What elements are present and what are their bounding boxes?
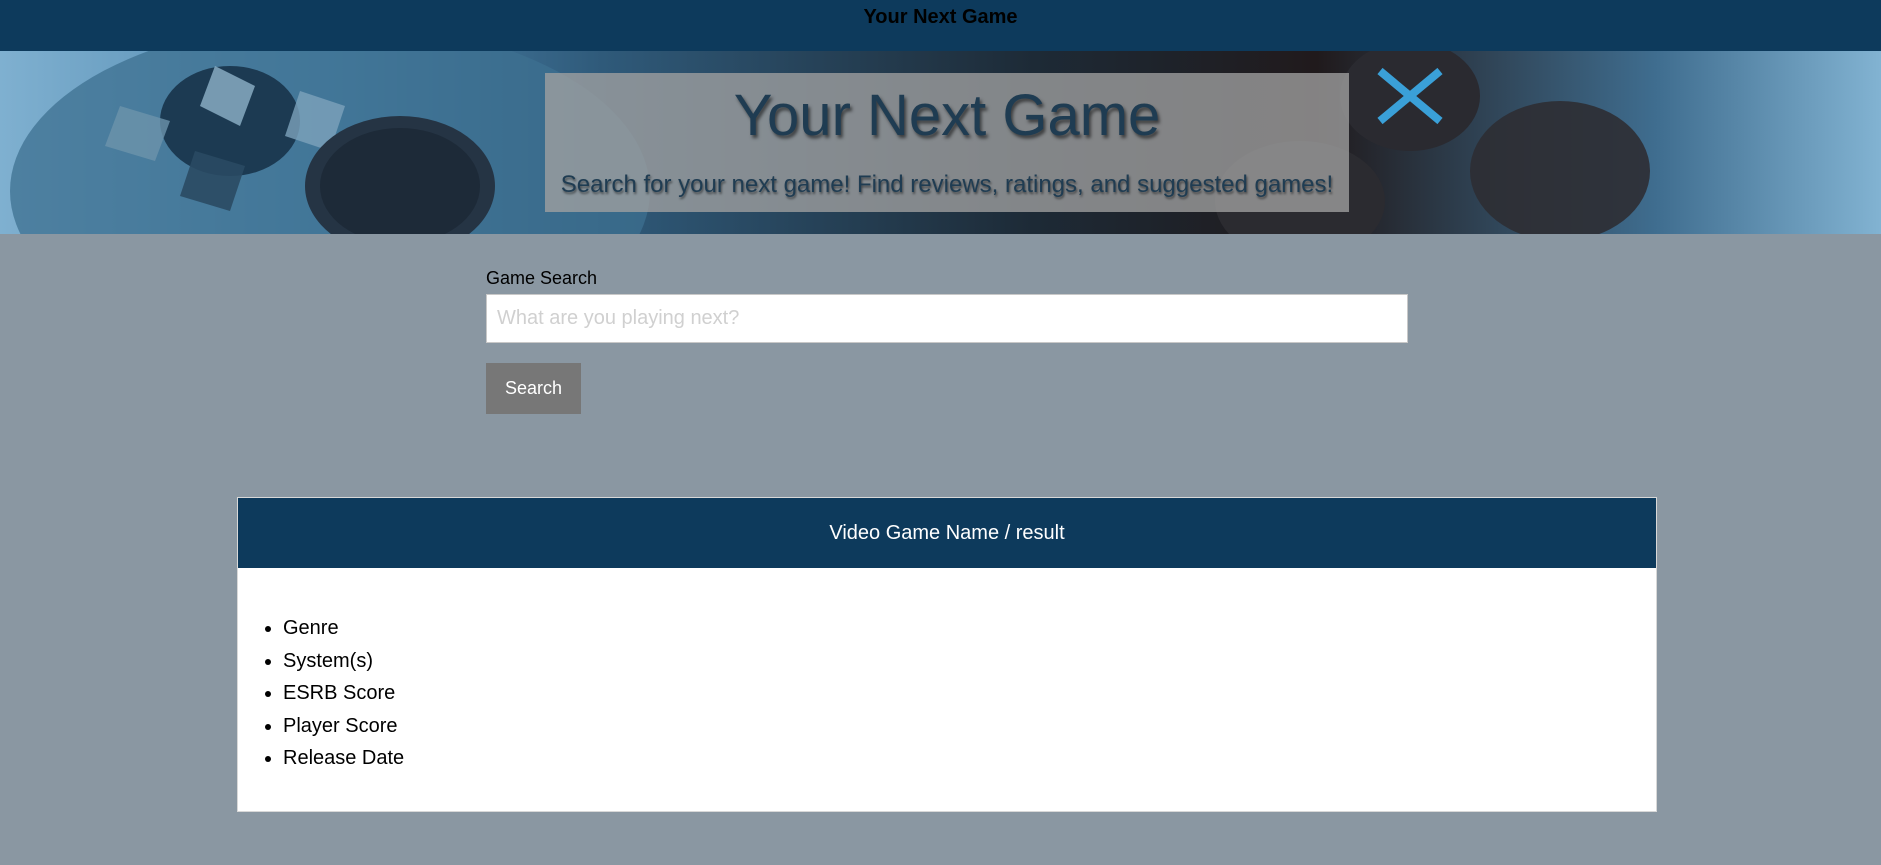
result-title: Video Game Name / result	[238, 498, 1656, 568]
hero-title: Your Next Game	[733, 83, 1161, 148]
list-item: Player Score	[283, 710, 1656, 743]
navbar-brand[interactable]: Your Next Game	[863, 6, 1017, 29]
top-navbar: Your Next Game	[0, 0, 1881, 51]
list-item: System(s)	[283, 645, 1656, 678]
result-card: Video Game Name / result Genre System(s)…	[237, 497, 1657, 812]
result-field-list: Genre System(s) ESRB Score Player Score …	[238, 612, 1656, 775]
hero-subtitle: Search for your next game! Find reviews,…	[560, 171, 1334, 198]
list-item: Genre	[283, 612, 1656, 645]
list-item: Release Date	[283, 742, 1656, 775]
search-input[interactable]	[486, 294, 1408, 343]
search-button[interactable]: Search	[486, 363, 581, 414]
hero-text-box: Your Next Game Search for your next game…	[545, 73, 1349, 212]
game-search-form: Game Search Search	[486, 268, 1408, 414]
list-item: ESRB Score	[283, 677, 1656, 710]
hero-banner: Your Next Game Search for your next game…	[0, 51, 1881, 234]
search-label: Game Search	[486, 268, 598, 288]
